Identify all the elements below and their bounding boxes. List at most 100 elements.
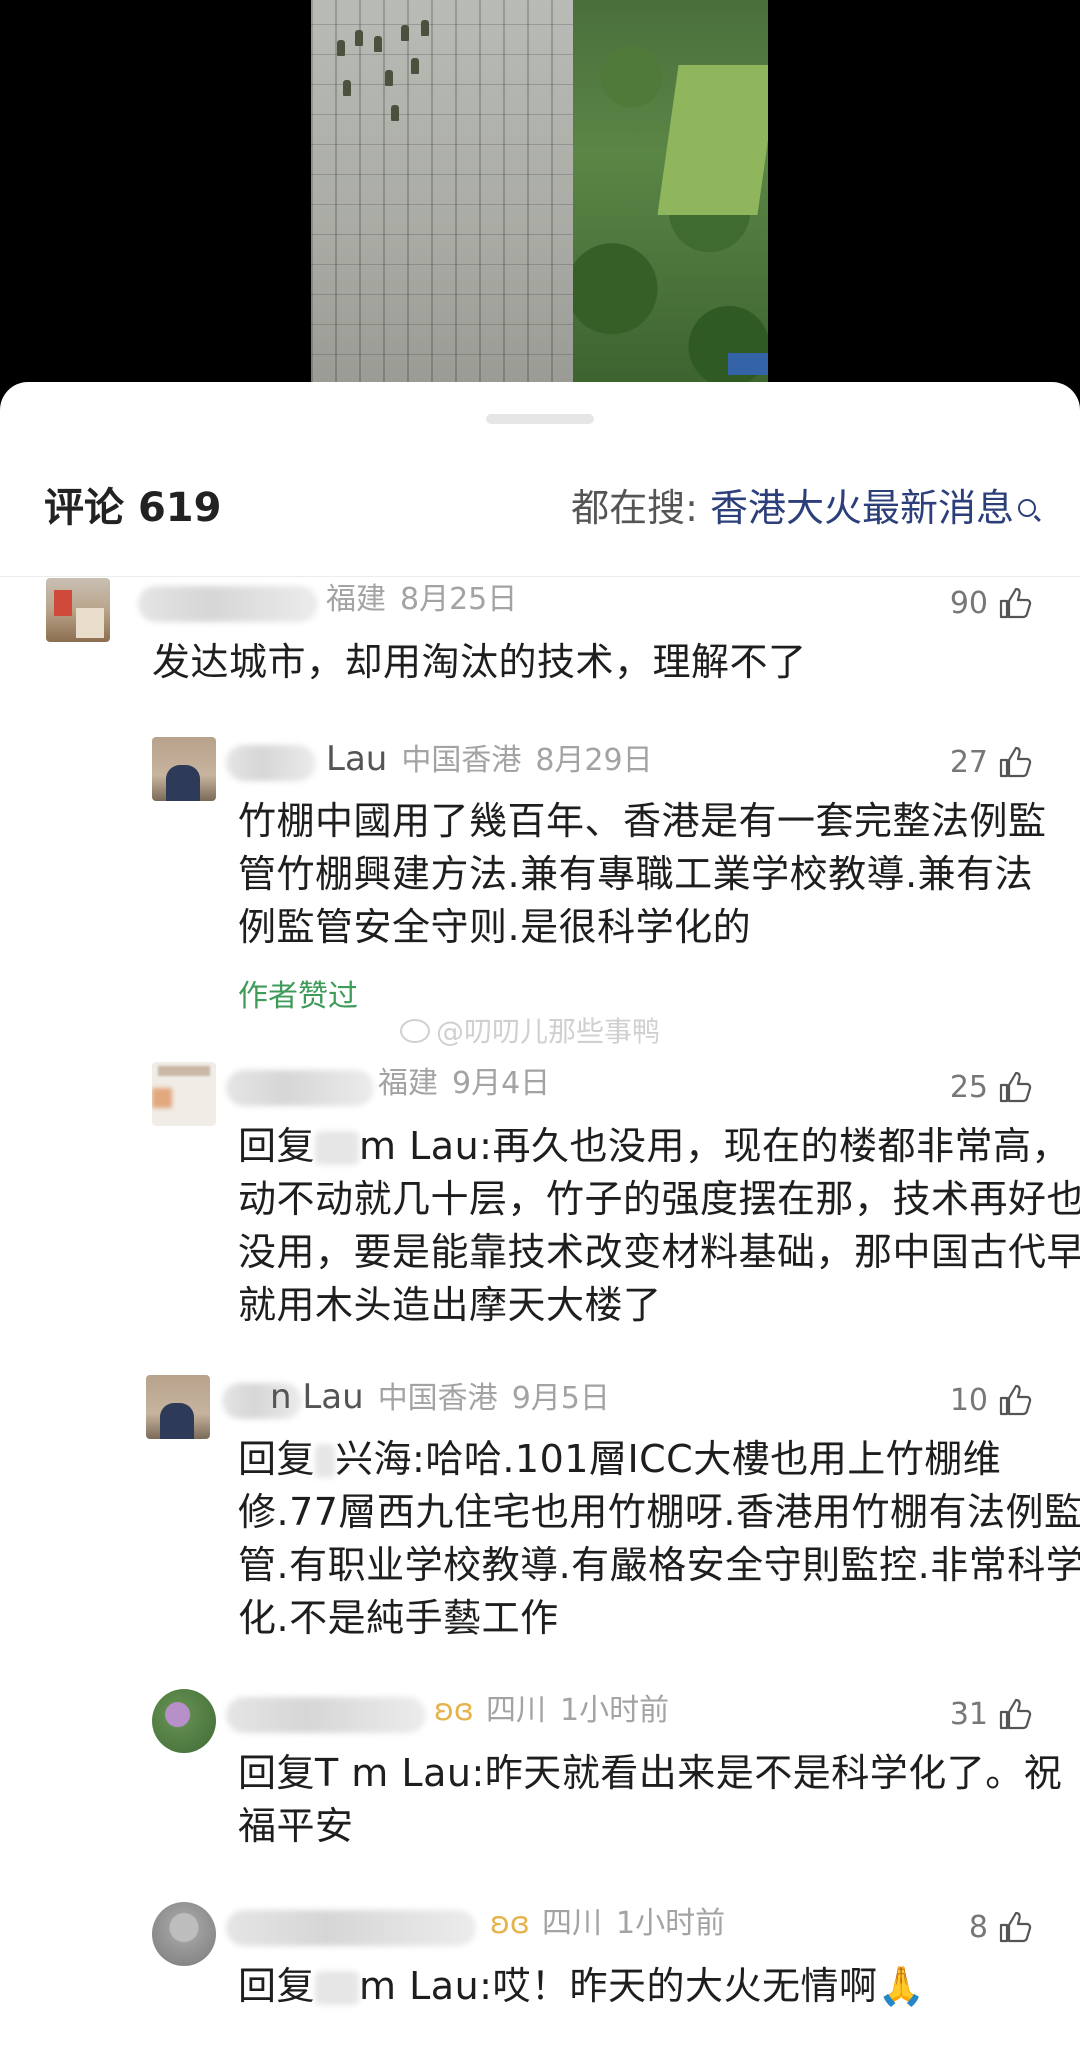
thumbs-up-icon [999, 587, 1032, 619]
comments-label: 评论 [44, 485, 124, 531]
comments-title: 评论 619 [44, 478, 221, 538]
thumbs-up-icon [999, 1911, 1032, 1943]
avatar[interactable] [152, 1689, 216, 1753]
comment-text: 回复T m Lau:昨天就看出来是不是科学化了。祝福平安 [238, 1747, 1080, 1853]
like-button[interactable]: 27 [950, 743, 1032, 783]
comment-meta: 四川 1小时前 [542, 1904, 725, 1944]
trees-area [573, 0, 768, 385]
reply-target[interactable]: T m Lau [315, 1751, 471, 1795]
comment-date: 1小时前 [560, 1693, 670, 1728]
header-divider [0, 576, 1080, 577]
reply-target[interactable]: m Lau [359, 1964, 479, 2008]
comment-region: 四川 [486, 1693, 546, 1728]
thumbs-up-icon [999, 1071, 1032, 1103]
comment-date: 9月5日 [511, 1381, 610, 1416]
like-button[interactable]: 10 [950, 1381, 1032, 1421]
comment-region: 福建 [378, 1066, 438, 1101]
avatar[interactable] [152, 1062, 216, 1126]
username-blurred[interactable] [226, 1697, 426, 1733]
worker-figure [374, 36, 382, 52]
drag-handle[interactable] [486, 414, 594, 424]
comment-date: 8月29日 [535, 743, 653, 778]
avatar-detail [76, 608, 104, 638]
avatar[interactable] [146, 1375, 210, 1439]
worker-figure [401, 25, 409, 41]
like-count: 27 [949, 745, 988, 780]
like-button[interactable]: 90 [950, 584, 1032, 624]
comment-text: 回复 m Lau:哎！昨天的大火无情啊🙏 [238, 1960, 1080, 2013]
thumbs-up-icon [999, 1698, 1032, 1730]
like-count: 25 [949, 1070, 988, 1105]
reply-target-blurred [315, 1971, 360, 2005]
avatar[interactable] [152, 1902, 216, 1966]
worker-figure [337, 40, 345, 56]
worker-figure [411, 58, 419, 74]
weibo-watermark: @叨叨儿那些事鸭 [400, 1010, 660, 1050]
reply-body: :哎！昨天的大火无情啊🙏 [479, 1964, 926, 2008]
like-button[interactable]: 8 [969, 1908, 1032, 1948]
comment-username[interactable]: n Lau [270, 1377, 364, 1417]
hot-search-term[interactable]: 香港大火最新消息 [710, 486, 1014, 530]
comment-region: 福建 [326, 582, 386, 617]
comment-meta: 福建 9月4日 [378, 1064, 550, 1104]
comment-date: 8月25日 [400, 582, 518, 617]
comment-username[interactable]: Lau [326, 739, 387, 779]
watermark-text: @叨叨儿那些事鸭 [436, 1015, 661, 1048]
weibo-icon [400, 1019, 430, 1043]
comment-region: 中国香港 [377, 1381, 498, 1416]
blue-roof [728, 353, 768, 375]
worker-figure [391, 105, 399, 121]
vip-wing-icon: ʚɞ [490, 1906, 530, 1941]
avatar-detail [158, 1066, 210, 1076]
comment-date: 9月4日 [452, 1066, 551, 1101]
reply-target[interactable]: 兴海 [335, 1437, 412, 1481]
reply-target[interactable]: m Lau [359, 1124, 479, 1168]
avatar-detail [54, 590, 72, 616]
author-liked-label: 作者赞过 [238, 979, 358, 1014]
avatar[interactable] [152, 737, 216, 801]
comment-header: 评论 619 都在搜: 香港大火最新消息 [0, 478, 1080, 538]
comment-region: 四川 [542, 1906, 602, 1941]
thumbs-up-icon [999, 1384, 1032, 1416]
like-button[interactable]: 25 [950, 1068, 1032, 1108]
reply-prefix: 回复 [238, 1751, 316, 1795]
avatar-detail [152, 1088, 172, 1108]
reply-prefix: 回复 [238, 1437, 316, 1481]
sports-field [657, 65, 768, 215]
comment-region: 中国香港 [401, 743, 522, 778]
reply-prefix: 回复 [238, 1964, 316, 2008]
like-count: 8 [968, 1910, 988, 1945]
worker-figure [421, 20, 429, 36]
comment-text: 竹棚中國用了幾百年、香港是有一套完整法例監管竹棚興建方法.兼有專職工業学校教導.… [238, 799, 1047, 949]
username-blurred[interactable] [138, 586, 318, 622]
vip-wing-icon: ʚɞ [434, 1693, 474, 1728]
comment-meta: 福建 8月25日 [326, 580, 517, 620]
avatar[interactable] [46, 578, 110, 642]
hot-search-prefix: 都在搜: [571, 486, 710, 530]
like-count: 90 [949, 586, 988, 621]
comment-date: 1小时前 [616, 1906, 726, 1941]
comment-text: 回复 m Lau:再久也没用，现在的楼都非常高，动不动就几十层，竹子的强度摆在那，… [238, 1120, 1080, 1332]
username-blurred[interactable] [226, 745, 316, 781]
like-count: 10 [949, 1383, 988, 1418]
hot-search-link[interactable]: 都在搜: 香港大火最新消息 [571, 478, 1036, 538]
comment-text: 回复 兴海:哈哈.101層ICC大樓也用上竹棚维修.77層西九住宅也用竹棚呀.香港… [238, 1433, 1080, 1645]
worker-figure [355, 30, 363, 46]
reply-target-blurred [315, 1131, 360, 1165]
like-button[interactable]: 31 [950, 1695, 1032, 1735]
video-frame[interactable] [311, 0, 768, 385]
search-icon[interactable] [1018, 499, 1036, 517]
comments-count: 619 [137, 485, 222, 531]
comment-sheet: 评论 619 都在搜: 香港大火最新消息 @叨叨儿那些事鸭 福建 8月25日 90… [0, 382, 1080, 2057]
reply-target-blurred [315, 1444, 336, 1478]
worker-figure [385, 70, 393, 86]
thumbs-up-icon [999, 746, 1032, 778]
username-blurred[interactable] [226, 1070, 374, 1106]
username-blurred[interactable] [226, 1910, 476, 1946]
video-player[interactable] [0, 0, 1080, 400]
avatar-detail [160, 1403, 194, 1439]
like-count: 31 [949, 1697, 988, 1732]
comment-meta: n Lau 中国香港 9月5日 [270, 1377, 610, 1419]
worker-figure [343, 80, 351, 96]
avatar-detail [166, 765, 200, 801]
